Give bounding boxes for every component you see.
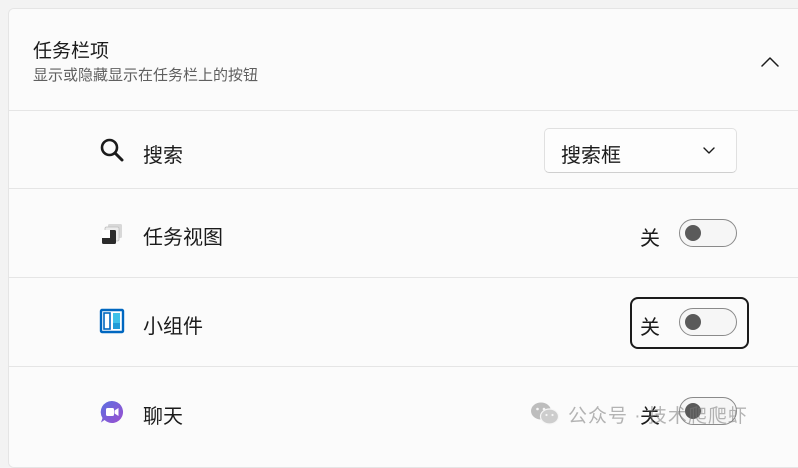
section-subtitle: 显示或隐藏显示在任务栏上的按钮 <box>33 67 259 84</box>
widgets-icon <box>99 308 125 334</box>
setting-label-chat: 聊天 <box>143 406 183 428</box>
wechat-icon <box>531 402 560 425</box>
setting-row-search: 搜索 搜索框 <box>9 111 798 189</box>
setting-label-search: 搜索 <box>143 145 183 167</box>
search-icon <box>99 137 125 163</box>
chat-icon <box>99 399 125 425</box>
chevron-down-icon <box>703 147 715 154</box>
chevron-up-icon <box>761 57 779 67</box>
task-view-icon <box>99 221 125 247</box>
section-title: 任务栏项 <box>33 41 110 62</box>
search-mode-dropdown[interactable]: 搜索框 <box>544 128 737 173</box>
toggle-knob <box>685 225 701 241</box>
toggle-state-text: 关 <box>640 228 660 250</box>
toggle-state-text: 关 <box>640 317 660 339</box>
setting-row-widgets: 小组件 关 <box>9 278 798 367</box>
task-view-toggle[interactable] <box>679 219 737 247</box>
taskbar-items-header[interactable]: 任务栏项 显示或隐藏显示在任务栏上的按钮 <box>9 9 798 111</box>
setting-row-task-view: 任务视图 关 <box>9 189 798 278</box>
watermark: 公众号 · 技术爬爬虾 <box>530 399 748 429</box>
widgets-toggle[interactable] <box>679 308 737 336</box>
collapse-button[interactable] <box>757 49 783 75</box>
dropdown-selected-value: 搜索框 <box>561 145 621 167</box>
toggle-knob <box>685 314 701 330</box>
watermark-text: 公众号 · 技术爬爬虾 <box>568 405 748 427</box>
setting-label-widgets: 小组件 <box>143 316 203 338</box>
setting-label-task-view: 任务视图 <box>143 227 223 249</box>
